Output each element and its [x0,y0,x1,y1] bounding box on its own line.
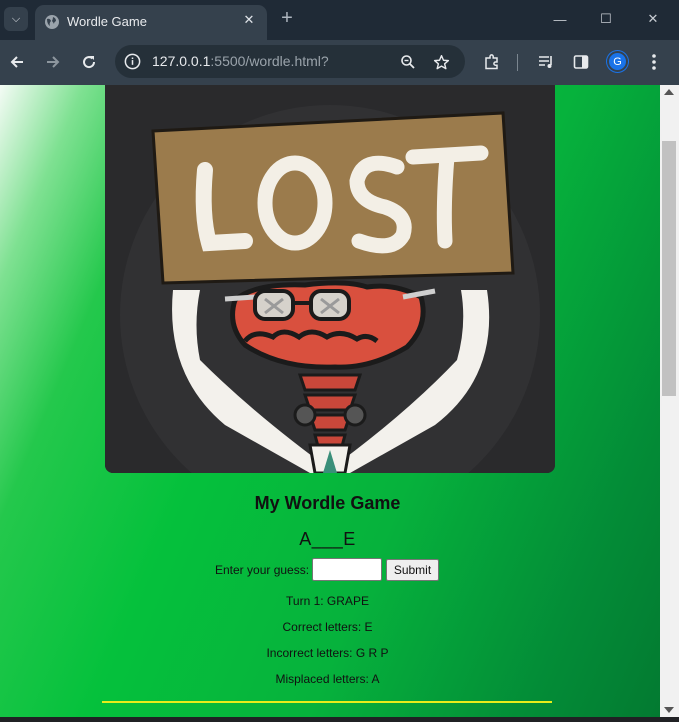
tab-search-button[interactable]: ⌵ [4,7,28,31]
scroll-up-arrow-icon[interactable] [664,89,674,95]
side-panel-icon[interactable] [570,51,592,73]
tab-strip: ⌵ Wordle Game ✕ + — ☐ ✕ [0,0,679,40]
extensions-icon[interactable] [481,51,503,73]
profile-avatar[interactable]: G [607,51,628,72]
scroll-thumb[interactable] [662,141,676,396]
zoom-icon[interactable] [398,52,418,72]
page-title: My Wordle Game [254,493,401,513]
guess-input[interactable] [312,558,382,581]
toolbar-divider [517,54,518,71]
reload-icon [83,56,96,69]
close-window-button[interactable]: ✕ [633,8,673,30]
tab-title: Wordle Game [67,14,147,29]
divider-line [102,701,552,703]
minimize-button[interactable]: — [540,8,580,30]
url-path: :5500/wordle.html? [210,53,329,69]
correct-letters-text: Correct letters: E [282,620,373,634]
word-display: A___E [299,529,356,549]
incorrect-letters-text: Incorrect letters: G R P [266,646,389,660]
lost-illustration [105,85,555,473]
globe-icon [45,15,59,29]
browser-toolbar: 127.0.0.1:5500/wordle.html? G [0,40,679,85]
chevron-down-icon: ⌵ [11,12,21,25]
tab-wordle-game[interactable]: Wordle Game ✕ [35,5,267,40]
submit-button[interactable]: Submit [386,559,439,581]
back-button[interactable] [5,50,29,74]
profile-initial: G [613,55,622,68]
scroll-down-arrow-icon[interactable] [664,707,674,713]
page-viewport: My Wordle Game A___E Enter your guess: S… [0,85,660,717]
guess-label: Enter your guess: [215,563,310,577]
url-text: 127.0.0.1:5500/wordle.html? [152,53,329,69]
arrow-right-icon [47,56,60,68]
url-host: 127.0.0.1 [152,53,211,69]
address-bar[interactable]: 127.0.0.1:5500/wordle.html? [115,45,465,78]
forward-button[interactable] [41,50,65,74]
new-tab-button[interactable]: + [276,8,298,30]
arrow-left-icon [10,56,23,68]
misplaced-letters-text: Misplaced letters: A [275,672,380,686]
media-control-icon[interactable] [535,51,557,73]
menu-kebab-icon[interactable] [643,51,665,73]
page-scrollbar[interactable] [660,85,679,717]
maximize-button[interactable]: ☐ [586,8,626,30]
bookmark-star-icon[interactable] [431,52,451,72]
close-tab-icon[interactable]: ✕ [239,10,259,30]
turn-text: Turn 1: GRAPE [286,594,369,608]
site-info-icon[interactable] [123,52,142,71]
window-bottom-edge [0,717,679,722]
reload-button[interactable] [77,50,101,74]
